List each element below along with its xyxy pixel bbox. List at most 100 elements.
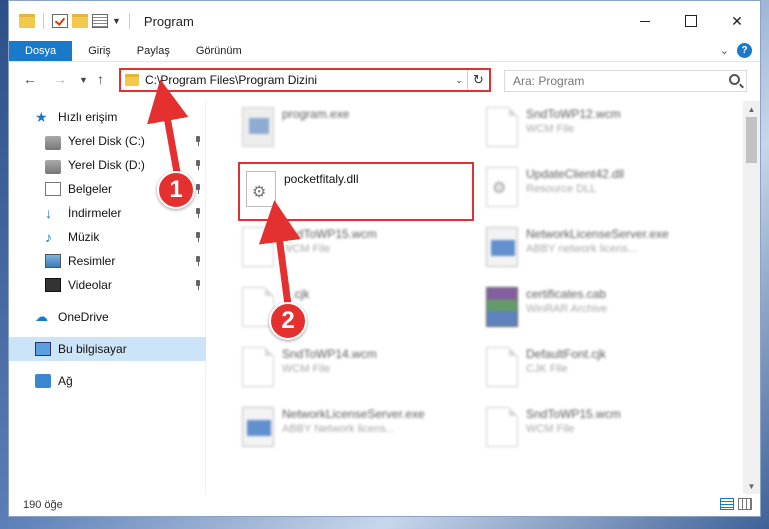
- vertical-scrollbar[interactable]: ▲ ▼: [743, 101, 760, 494]
- sidebar-item-videos[interactable]: Videolar: [9, 273, 206, 297]
- status-bar: 190 öğe: [9, 494, 760, 516]
- step-1-badge: 1: [157, 171, 195, 209]
- pin-icon[interactable]: [194, 208, 202, 218]
- file-name: SndToWP14.wcm: [282, 347, 377, 361]
- sidebar-item-network[interactable]: Ağ: [9, 369, 206, 393]
- sidebar-item-label: Ağ: [58, 374, 73, 388]
- up-arrow-icon[interactable]: ↑: [97, 71, 104, 87]
- file-icon: [486, 407, 518, 447]
- minimize-button[interactable]: [622, 1, 668, 41]
- file-type: WCM File: [282, 243, 331, 255]
- list-item[interactable]: SndToWP15.wcm WCM File: [478, 403, 718, 459]
- search-placeholder: Ara: Program: [513, 74, 585, 88]
- forward-arrow-icon[interactable]: →: [53, 71, 67, 87]
- list-item[interactable]: UpdateClient42.dll Resource DLL: [478, 163, 718, 219]
- file-type: ABBY network licens...: [526, 243, 638, 255]
- refresh-icon[interactable]: ↻: [467, 70, 489, 90]
- address-path[interactable]: C:\Program Files\Program Dizini: [145, 73, 451, 87]
- highlighted-dll-file[interactable]: pocketfitaly.dll: [238, 162, 474, 221]
- sidebar-item-label: OneDrive: [58, 310, 109, 324]
- archive-icon: [486, 287, 518, 327]
- expand-ribbon-chevron-icon[interactable]: ⌄: [720, 44, 729, 57]
- file-name: DefaultFont.cjk: [526, 347, 607, 361]
- sidebar-item-this-pc[interactable]: Bu bilgisayar: [9, 337, 206, 361]
- sidebar-item-music[interactable]: ♪ Müzik: [9, 225, 206, 249]
- details-view-icon[interactable]: [720, 498, 734, 510]
- recent-locations-chevron-icon[interactable]: ▼: [79, 75, 88, 85]
- sidebar-item-local-disk-c[interactable]: Yerel Disk (C:): [9, 129, 206, 153]
- list-item[interactable]: certificates.cab WinRAR Archive: [478, 283, 718, 339]
- file-icon: [242, 227, 274, 267]
- step-2-badge: 2: [269, 302, 307, 340]
- scrollbar-thumb[interactable]: [746, 117, 757, 163]
- list-item[interactable]: DefaultFont.cjk CJK File: [478, 343, 718, 399]
- scroll-down-arrow-icon[interactable]: ▼: [743, 478, 760, 494]
- navigation-pane: ★ Hızlı erişim Yerel Disk (C:) Yerel Dis…: [9, 101, 206, 494]
- executable-file-icon: [242, 107, 274, 147]
- documents-icon: [45, 182, 61, 196]
- sidebar-item-label: Yerel Disk (C:): [68, 134, 145, 148]
- item-count: 190 öğe: [23, 499, 63, 511]
- folder-icon: [125, 74, 139, 86]
- toolbar-divider: [43, 13, 44, 29]
- close-button[interactable]: ✕: [714, 1, 760, 41]
- view-toggle: [720, 498, 752, 510]
- back-arrow-icon[interactable]: ←: [23, 71, 37, 87]
- sidebar-item-label: Hızlı erişim: [58, 110, 118, 124]
- file-name: SndToWP15.wcm: [282, 227, 377, 241]
- explorer-window: ▼ Program ✕ Dosya Giriş Paylaş Görünüm ⌄…: [8, 0, 761, 517]
- properties-icon[interactable]: [92, 14, 108, 28]
- sidebar-item-pictures[interactable]: Resimler: [9, 249, 206, 273]
- customize-toolbar-chevron-icon[interactable]: ▼: [112, 16, 121, 26]
- file-name: SndToWP12.wcm: [526, 107, 621, 121]
- file-type: Resource DLL: [526, 183, 597, 195]
- sidebar-item-onedrive[interactable]: ☁ OneDrive: [9, 305, 206, 329]
- sidebar-item-label: Videolar: [68, 278, 112, 292]
- pin-icon[interactable]: [194, 280, 202, 290]
- properties-check-icon[interactable]: [52, 14, 68, 28]
- address-bar[interactable]: C:\Program Files\Program Dizini ⌄ ↻: [119, 68, 491, 92]
- large-icons-view-icon[interactable]: [738, 498, 752, 510]
- file-type: ABBY Network licens...: [282, 423, 395, 435]
- tab-view[interactable]: Görünüm: [186, 41, 252, 61]
- dll-gear-icon: [486, 167, 518, 207]
- new-folder-icon[interactable]: [72, 14, 88, 28]
- pin-icon[interactable]: [194, 160, 202, 170]
- navigation-bar: ← → ▼ ↑ C:\Program Files\Program Dizini …: [9, 62, 760, 100]
- list-item[interactable]: NetworkLicenseServer.exe ABBY Network lic…: [234, 403, 474, 459]
- pin-icon[interactable]: [194, 184, 202, 194]
- tab-file[interactable]: Dosya: [9, 41, 73, 61]
- file-name: pocketfitaly.dll: [284, 172, 359, 186]
- maximize-button[interactable]: [668, 1, 714, 41]
- license-server-icon: [242, 407, 274, 447]
- address-dropdown-chevron-icon[interactable]: ⌄: [451, 75, 467, 86]
- list-item[interactable]: SndToWP12.wcm WCM File: [478, 103, 718, 159]
- sidebar-item-label: İndirmeler: [68, 206, 122, 220]
- list-item[interactable]: SndToWP14.wcm WCM File: [234, 343, 474, 399]
- search-icon: [729, 74, 740, 85]
- file-type: CJK File: [526, 363, 568, 375]
- scroll-up-arrow-icon[interactable]: ▲: [743, 101, 760, 117]
- toolbar-divider: [128, 13, 130, 29]
- pin-icon[interactable]: [194, 136, 202, 146]
- license-server-icon: [486, 227, 518, 267]
- pin-icon[interactable]: [194, 232, 202, 242]
- list-item[interactable]: program.exe: [234, 103, 474, 159]
- pin-icon[interactable]: [194, 256, 202, 266]
- folder-icon: [19, 14, 35, 28]
- file-name: program.exe: [282, 107, 350, 121]
- tab-share[interactable]: Paylaş: [127, 41, 180, 61]
- file-icon: [242, 347, 274, 387]
- help-icon[interactable]: ?: [737, 43, 752, 58]
- list-item[interactable]: SndToWP15.wcm WCM File: [234, 223, 474, 279]
- disk-icon: [45, 159, 61, 174]
- file-icon: [486, 347, 518, 387]
- sidebar-item-quick-access[interactable]: ★ Hızlı erişim: [9, 105, 206, 129]
- tab-home[interactable]: Giriş: [78, 41, 121, 61]
- download-icon: ↓: [45, 205, 52, 221]
- file-name: NetworkLicenseServer.exe: [526, 227, 669, 241]
- list-item[interactable]: dl.cjk: [234, 283, 474, 339]
- list-item[interactable]: NetworkLicenseServer.exe ABBY network lic…: [478, 223, 718, 279]
- videos-icon: [45, 278, 61, 292]
- search-input[interactable]: Ara: Program: [504, 70, 747, 92]
